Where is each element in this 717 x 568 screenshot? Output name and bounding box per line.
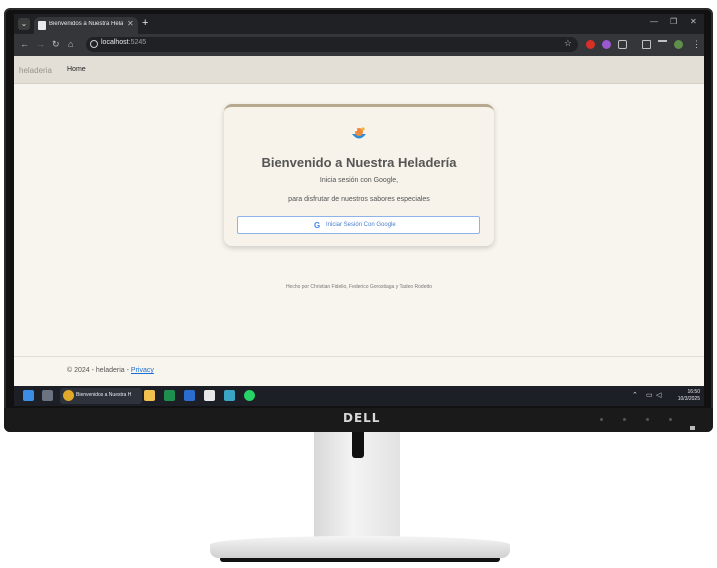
address-bar[interactable]: localhost:5245 ☆: [86, 37, 578, 52]
page-favicon-icon: [38, 21, 46, 30]
clock-time: 16:50: [687, 389, 700, 395]
dell-logo: DELL: [343, 411, 381, 425]
home-icon[interactable]: ⌂: [68, 39, 73, 49]
minimize-icon[interactable]: —: [650, 17, 658, 26]
taskbar-chrome-window[interactable]: Bienvenidos a Nuestra H: [60, 388, 142, 404]
footer-text: © 2024 - heladeria - Privacy: [67, 367, 154, 374]
site-navbar: heladeria Home: [14, 56, 704, 84]
google-signin-button[interactable]: G Iniciar Sesión Con Google: [237, 216, 480, 234]
chrome-icon: [63, 390, 74, 401]
monitor-button: [646, 418, 649, 421]
web-page: heladeria Home Bienvenido a Nuestra Hela…: [14, 56, 704, 386]
google-signin-label: Iniciar Sesión Con Google: [326, 222, 396, 228]
browser-toolbar: ← → ↻ ⌂ localhost:5245 ☆ ⋮: [14, 34, 704, 56]
monitor-stand-base: [210, 536, 510, 558]
welcome-subtitle: Inicia sesión con Google,: [319, 177, 399, 184]
start-windows-icon[interactable]: [23, 390, 34, 401]
network-icon[interactable]: ▭: [646, 391, 653, 399]
photo-stage: ⌄ Bienvenidos a Nuestra Helader ✕ + — ❐ …: [0, 0, 717, 568]
profile-avatar-icon[interactable]: [674, 40, 683, 49]
back-icon[interactable]: ←: [20, 39, 29, 49]
reload-icon[interactable]: ↻: [52, 39, 60, 50]
forward-icon[interactable]: →: [36, 39, 45, 49]
taskbar-chrome-label: Bienvenidos a Nuestra H: [76, 392, 132, 398]
credits-text: Hecho por Christian Fidelio, Federico Go…: [285, 284, 433, 290]
monitor-screen: ⌄ Bienvenidos a Nuestra Helader ✕ + — ❐ …: [14, 14, 704, 406]
tray-chevron-icon[interactable]: ⌃: [632, 391, 638, 399]
monitor-button: [623, 418, 626, 421]
monitor-button: [600, 418, 603, 421]
task-view-icon[interactable]: [42, 390, 53, 401]
windows-taskbar: Bienvenidos a Nuestra H ⌃ ▭ ◁ 16:50 10/3…: [14, 386, 704, 406]
welcome-title: Bienvenido a Nuestra Heladería: [261, 155, 457, 170]
tab-search-icon[interactable]: ⌄: [18, 18, 30, 30]
kebab-menu-icon[interactable]: ⋮: [692, 39, 701, 50]
welcome-description: para disfrutar de nuestros sabores espec…: [288, 196, 430, 203]
privacy-link[interactable]: Privacy: [131, 367, 154, 374]
store-icon[interactable]: [204, 390, 215, 401]
url-text: localhost:5245: [101, 39, 147, 46]
browser-tab[interactable]: Bienvenidos a Nuestra Helader ✕: [34, 17, 138, 34]
tab-groups-icon[interactable]: [658, 40, 667, 49]
extension-purple-icon[interactable]: [602, 40, 611, 49]
volume-icon[interactable]: ◁: [656, 391, 661, 399]
site-info-icon[interactable]: [90, 40, 98, 48]
cast-icon[interactable]: [642, 40, 651, 49]
clock-date: 10/3/2025: [677, 396, 700, 402]
stand-cable-slot: [352, 432, 364, 458]
nav-link-home[interactable]: Home: [67, 66, 86, 73]
whatsapp-icon[interactable]: [244, 390, 255, 401]
taskbar-clock[interactable]: 16:50 10/3/2025: [666, 389, 700, 403]
login-card: Bienvenido a Nuestra Heladería Inicia se…: [224, 104, 494, 246]
word-icon[interactable]: [184, 390, 195, 401]
tab-close-icon[interactable]: ✕: [127, 19, 134, 28]
file-explorer-icon[interactable]: [144, 390, 155, 401]
bookmark-star-icon[interactable]: ☆: [564, 38, 572, 49]
extension-red-icon[interactable]: [586, 40, 595, 49]
close-window-icon[interactable]: ✕: [690, 17, 697, 26]
extensions-puzzle-icon[interactable]: [618, 40, 627, 49]
new-tab-icon[interactable]: +: [142, 17, 148, 29]
tab-title: Bienvenidos a Nuestra Helader: [49, 21, 123, 27]
ice-cream-logo-icon: [352, 127, 366, 139]
power-led-icon: [690, 426, 695, 430]
notes-app-icon[interactable]: [224, 390, 235, 401]
monitor-button: [669, 418, 672, 421]
monitor-buttons: [600, 418, 672, 421]
browser-tabstrip: ⌄ Bienvenidos a Nuestra Helader ✕ + — ❐ …: [14, 14, 704, 34]
google-g-icon: G: [314, 221, 321, 230]
excel-icon[interactable]: [164, 390, 175, 401]
site-footer: © 2024 - heladeria - Privacy: [14, 356, 704, 386]
restore-icon[interactable]: ❐: [670, 17, 677, 26]
navbar-brand[interactable]: heladeria: [19, 66, 52, 75]
